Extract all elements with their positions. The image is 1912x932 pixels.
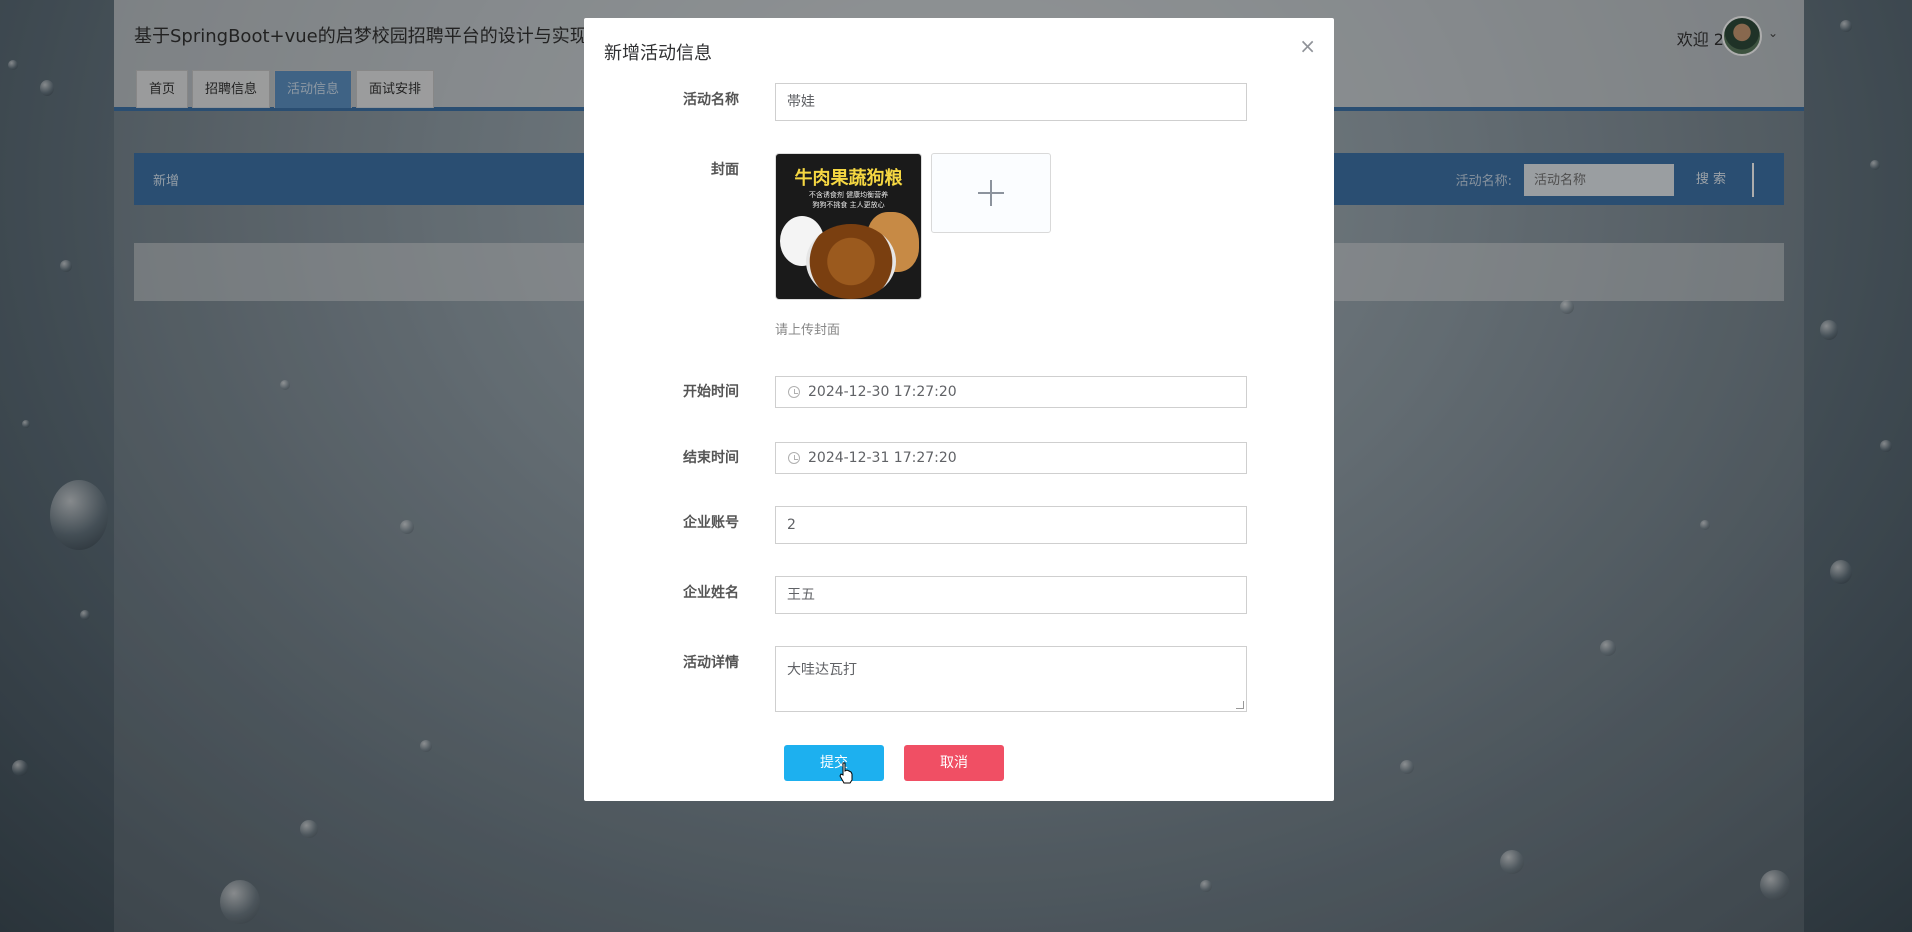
cover-thumbnail[interactable]: 牛肉果蔬狗粮 不含诱食剂 健康均衡营养 狗狗不挑食 主人更放心 [775,153,922,300]
plus-icon [978,180,1004,206]
end-time-label: 结束时间 [683,450,739,466]
company-account-input[interactable]: 2 [775,506,1247,544]
cancel-button[interactable]: 取消 [904,745,1004,781]
start-time-value: 2024-12-30 17:27:20 [808,384,957,400]
upload-button[interactable] [931,153,1051,233]
activity-name-label: 活动名称 [683,92,739,108]
activity-name-input[interactable]: 帯娃 [775,83,1247,121]
thumb-title: 牛肉果蔬狗粮 [794,168,903,189]
resize-handle-icon[interactable] [1236,701,1244,709]
details-textarea[interactable]: 大哇达瓦打 [775,646,1247,712]
details-label: 活动详情 [683,655,739,671]
end-time-picker[interactable]: 2024-12-31 17:27:20 [775,442,1247,474]
cover-label: 封面 [711,162,739,178]
clock-icon [788,386,800,398]
clock-icon [788,452,800,464]
details-value: 大哇达瓦打 [787,662,857,678]
dialog-title: 新增活动信息 [604,43,712,64]
submit-button[interactable]: 提交 [784,745,884,781]
end-time-value: 2024-12-31 17:27:20 [808,450,957,466]
company-name-label: 企业姓名 [683,585,739,601]
company-account-label: 企业账号 [683,515,739,531]
dog-food-image [806,224,896,299]
start-time-label: 开始时间 [683,384,739,400]
company-name-input[interactable]: 王五 [775,576,1247,614]
close-icon[interactable]: × [1299,36,1316,56]
start-time-picker[interactable]: 2024-12-30 17:27:20 [775,376,1247,408]
upload-tip: 请上传封面 [775,323,841,338]
hand-cursor-icon [839,762,853,784]
add-activity-dialog: 新增活动信息 × 活动名称 帯娃 封面 牛肉果蔬狗粮 不含诱食剂 健康均衡营养 … [584,18,1334,801]
thumb-subtitle: 不含诱食剂 健康均衡营养 狗狗不挑食 主人更放心 [808,191,889,209]
